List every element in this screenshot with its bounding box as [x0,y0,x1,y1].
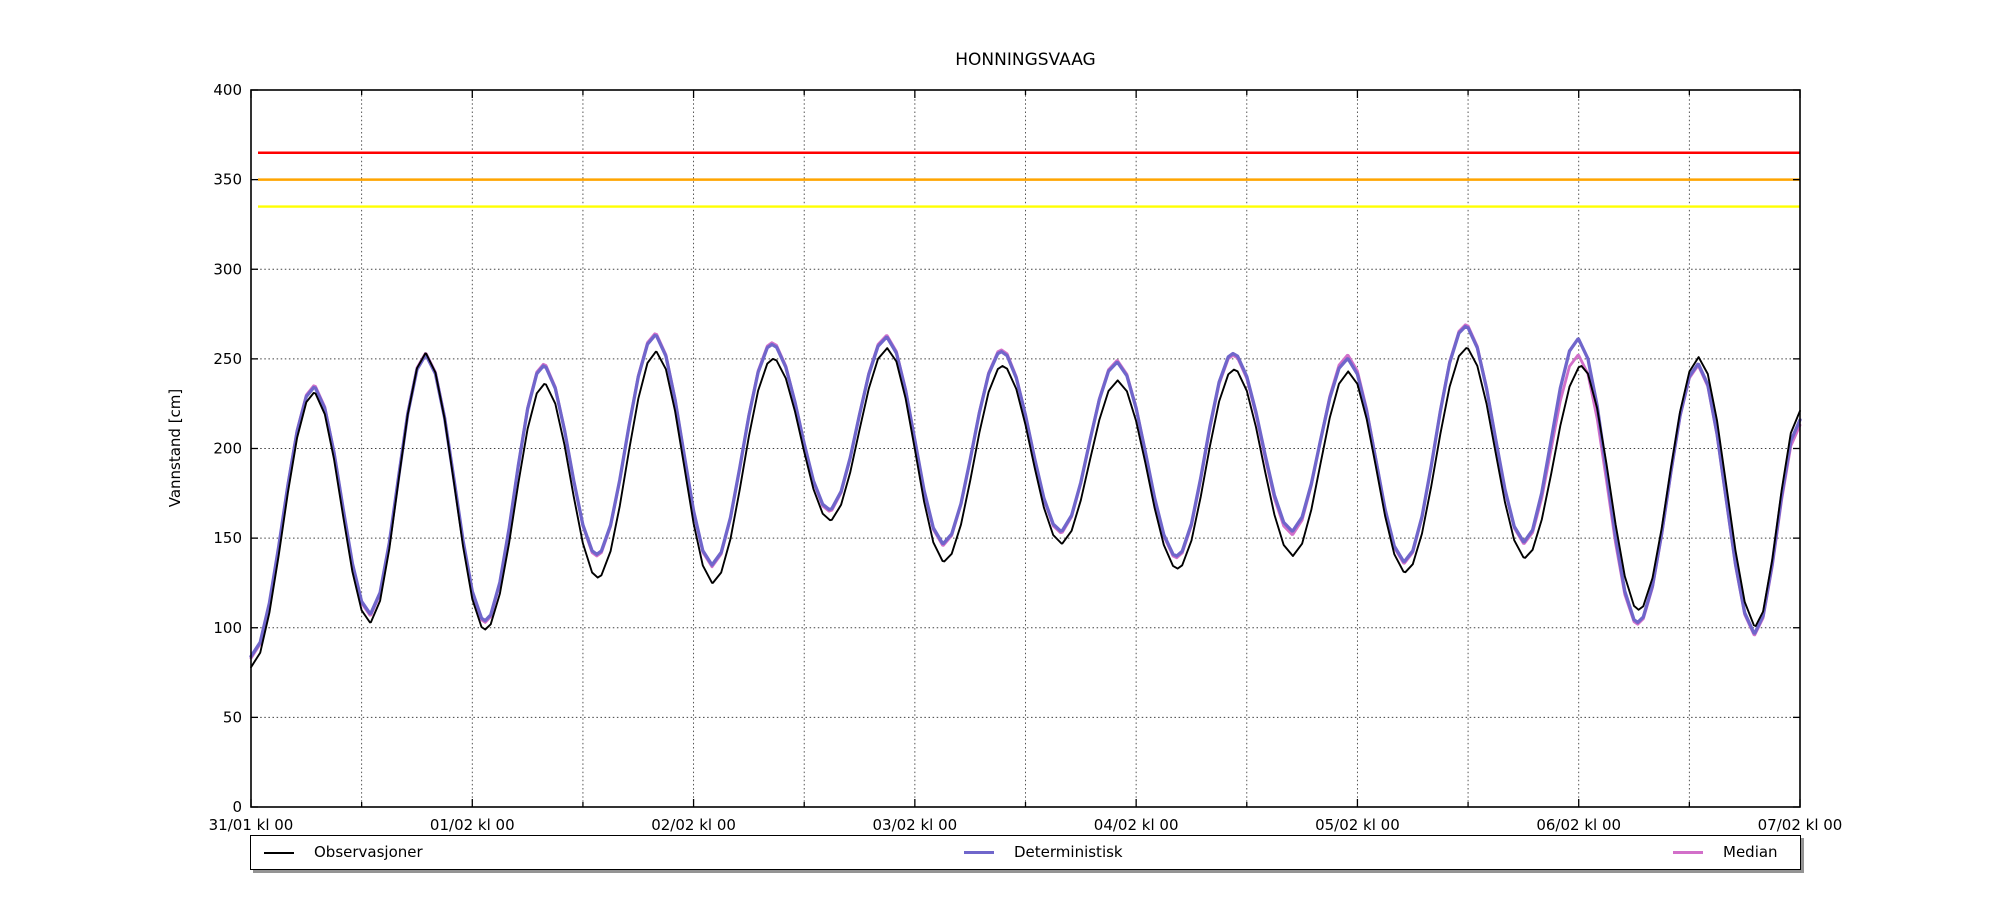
legend-entry-observasjoner: Observasjoner [264,836,423,869]
legend-line-observasjoner-icon [264,852,294,854]
y-axis-label: Vannstand [cm] [166,389,184,508]
x-tick-label: 31/01 kl 00 [209,816,294,834]
chart-grid [252,91,1799,806]
x-tick-label: 01/02 kl 00 [430,816,515,834]
x-tick-label: 07/02 kl 00 [1758,816,1843,834]
legend-line-median-icon [1673,851,1703,854]
y-tick-label: 350 [213,171,242,189]
page: 0 50 100 150 200 250 300 350 400 31/01 kl 00 01/02… [0,0,2000,900]
y-tick-label: 300 [213,260,242,278]
y-tick-label: 100 [213,619,242,637]
y-tick-label: 200 [213,440,242,458]
x-tick-label: 04/02 kl 00 [1094,816,1179,834]
y-tick-label: 400 [213,81,242,99]
x-tick-label: 06/02 kl 00 [1536,816,1621,834]
legend-label-median: Median [1723,836,1778,869]
y-tick-label: 250 [213,350,242,368]
x-tick-label: 02/02 kl 00 [651,816,736,834]
y-tick-label: 0 [232,798,242,816]
x-tick-label: 03/02 kl 00 [872,816,957,834]
chart-title: HONNINGSVAAG [251,50,1800,70]
y-tick-label: 50 [223,708,242,726]
legend-line-deterministisk-icon [964,851,994,854]
tide-chart: 0 50 100 150 200 250 300 350 400 31/01 kl 00 01/02… [0,0,2000,900]
legend-entry-median: Median [1673,836,1778,869]
legend-label-observasjoner: Observasjoner [314,836,423,869]
legend-entry-deterministisk: Deterministisk [964,836,1123,869]
legend-label-deterministisk: Deterministisk [1014,836,1123,869]
x-tick-label: 05/02 kl 00 [1315,816,1400,834]
threshold-lines [258,153,1800,207]
y-tick-label: 150 [213,529,242,547]
legend-box: Observasjoner Deterministisk Median [250,835,1801,870]
